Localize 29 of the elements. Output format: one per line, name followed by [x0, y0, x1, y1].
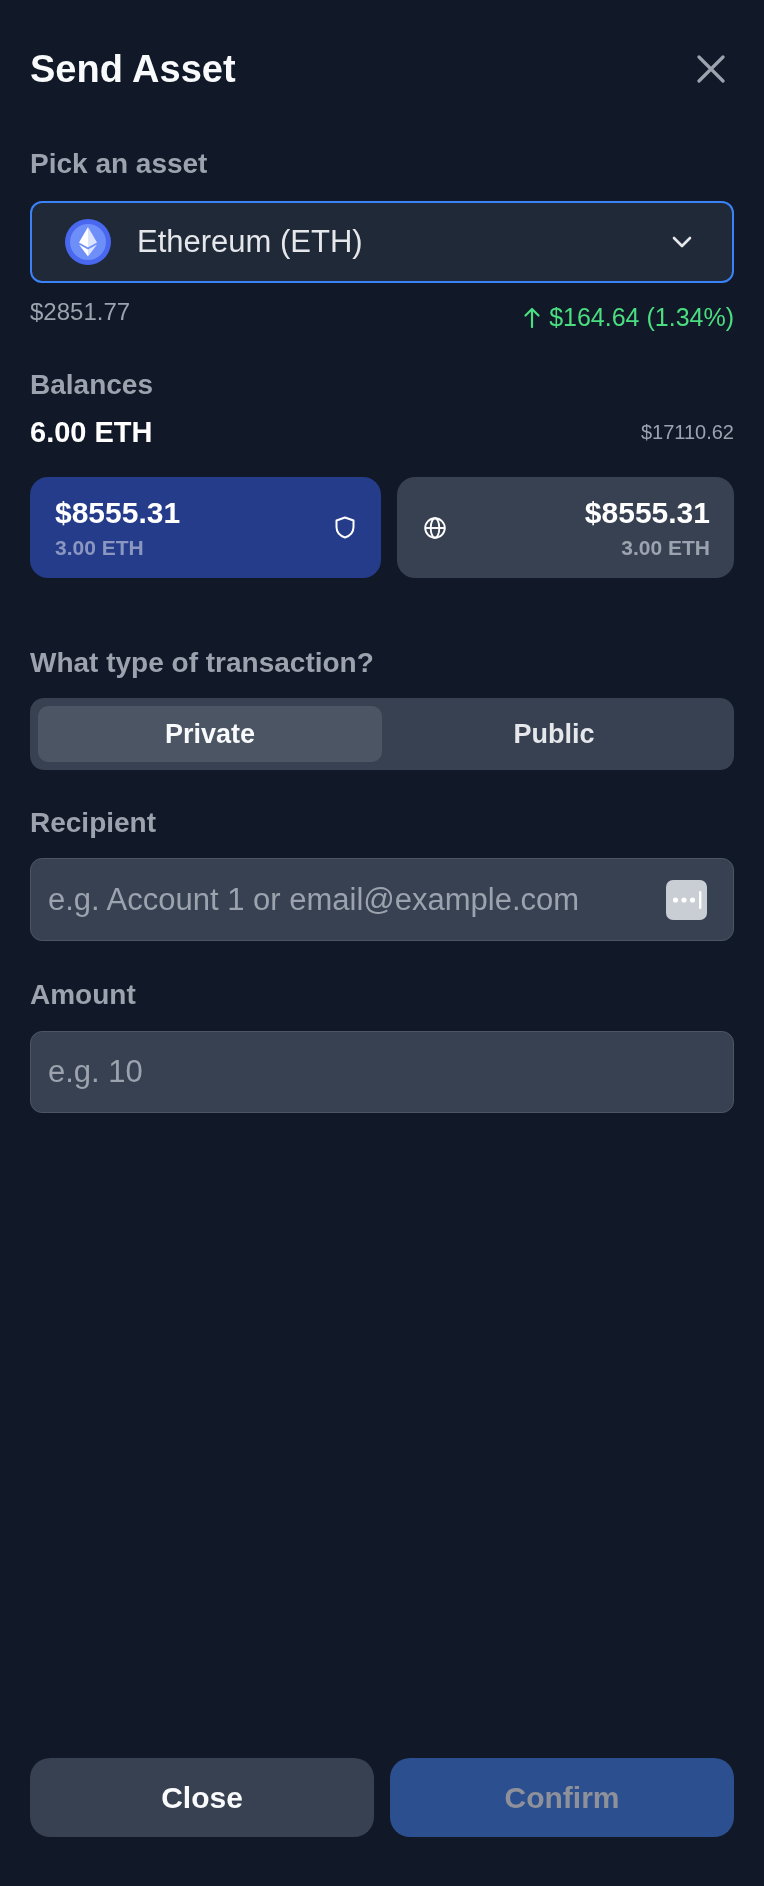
close-icon — [697, 55, 725, 83]
segment-tab[interactable]: Public — [382, 706, 726, 762]
balance-total: 6.00 ETH — [30, 415, 153, 450]
balance-amount: 3.00 ETH — [55, 534, 144, 561]
dialog-title: Send Asset — [30, 47, 236, 92]
balance-usd: $8555.31 — [55, 494, 181, 531]
recipient-field[interactable]: e.g. Account 1 or email@example.com — [30, 858, 734, 941]
balance-card[interactable]: $8555.31 3.00 ETH — [30, 477, 381, 578]
field-label: What type of transaction? — [30, 646, 374, 680]
amount-field[interactable]: e.g. 10 — [30, 1031, 734, 1113]
field-label: Pick an asset — [30, 147, 208, 181]
price-change: $164.64 (1.34%) — [549, 302, 734, 332]
field-label: Amount — [30, 978, 136, 1012]
chevron-icon — [672, 236, 692, 248]
coin-icon — [65, 219, 111, 265]
asset-select[interactable]: Ethereum (ETH) — [30, 201, 734, 283]
shield-icon — [334, 516, 355, 539]
close-button[interactable] — [697, 55, 725, 83]
ellipsis-icon[interactable] — [666, 879, 707, 920]
balance-total-usd: $17110.62 — [640, 420, 734, 444]
balance-amount: 3.00 ETH — [621, 534, 710, 561]
balance-usd: $8555.31 — [584, 494, 710, 531]
asset-price: $2851.77 — [30, 297, 131, 327]
field-label: Balances — [30, 368, 153, 402]
segment-tab[interactable]: Private — [38, 706, 382, 762]
field-label: Recipient — [30, 806, 157, 840]
globe-icon — [423, 516, 446, 539]
balance-card[interactable]: $8555.31 3.00 ETH — [396, 477, 734, 578]
close-button[interactable]: Close — [30, 1758, 374, 1837]
